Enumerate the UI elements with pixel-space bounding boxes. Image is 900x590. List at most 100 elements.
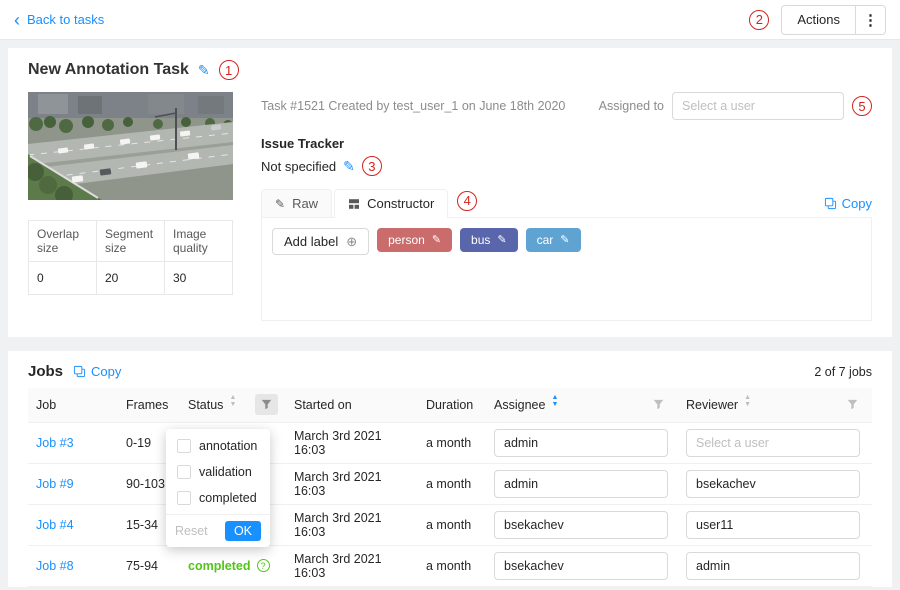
jobs-count: 2 of 7 jobs bbox=[814, 365, 872, 379]
task-parameters-table: Overlap size Segment size Image quality … bbox=[28, 220, 233, 295]
started-on-value: March 3rd 2021 16:03 bbox=[294, 429, 382, 457]
add-label-button[interactable]: Add label ⊕ bbox=[272, 228, 369, 255]
back-to-tasks-link[interactable]: ‹ Back to tasks bbox=[14, 11, 104, 29]
status-filter-dropdown: annotation validation completed Reset OK bbox=[166, 429, 270, 547]
task-preview-image bbox=[28, 92, 233, 200]
chevron-left-icon: ‹ bbox=[14, 11, 20, 29]
constructor-block-icon bbox=[348, 198, 360, 210]
jobs-table: Job Frames Status ▲▼ Started on Duration bbox=[28, 388, 872, 587]
filter-reset-button[interactable]: Reset bbox=[175, 524, 208, 538]
started-on-value: March 3rd 2021 16:03 bbox=[294, 511, 382, 539]
copy-icon bbox=[824, 197, 837, 210]
param-value-quality: 30 bbox=[165, 262, 233, 295]
filter-ok-button[interactable]: OK bbox=[225, 521, 261, 541]
param-value-overlap: 0 bbox=[29, 262, 97, 295]
callout-3: 3 bbox=[362, 156, 382, 176]
assignee-input[interactable] bbox=[494, 511, 668, 539]
frames-value: 75-94 bbox=[126, 559, 158, 573]
label-chip-car-name: car bbox=[537, 233, 554, 247]
sort-icon-reviewer[interactable]: ▲▼ bbox=[744, 398, 751, 411]
more-icon[interactable]: ⋮ bbox=[855, 6, 885, 34]
edit-task-name-icon[interactable]: ✎ bbox=[198, 63, 210, 77]
assigned-to-group: Assigned to 5 bbox=[599, 92, 872, 120]
tab-constructor[interactable]: Constructor bbox=[334, 189, 448, 218]
col-frames: Frames bbox=[126, 398, 168, 412]
sort-icon-assignee[interactable]: ▲▼ bbox=[551, 398, 558, 411]
param-header-quality: Image quality bbox=[165, 221, 233, 262]
job-link[interactable]: Job #4 bbox=[36, 518, 74, 532]
duration-value: a month bbox=[426, 436, 471, 450]
assignee-input[interactable] bbox=[494, 429, 668, 457]
tab-raw[interactable]: ✎ Raw bbox=[261, 189, 332, 217]
label-chip-car[interactable]: car ✎ bbox=[526, 228, 581, 252]
filter-option-validation[interactable]: validation bbox=[166, 459, 270, 485]
sort-icon-status[interactable]: ▲▼ bbox=[229, 398, 236, 411]
task-left-column: Overlap size Segment size Image quality … bbox=[28, 92, 233, 321]
job-link[interactable]: Job #8 bbox=[36, 559, 74, 573]
copy-jobs-link[interactable]: Copy bbox=[73, 364, 121, 379]
task-card: New Annotation Task ✎ 1 bbox=[8, 48, 892, 337]
task-right-column: Task #1521 Created by test_user_1 on Jun… bbox=[261, 92, 872, 321]
reviewer-input[interactable] bbox=[686, 470, 860, 498]
assignee-input[interactable] bbox=[494, 552, 668, 580]
checkbox-icon[interactable] bbox=[177, 439, 191, 453]
frames-value: 15-34 bbox=[126, 518, 158, 532]
question-circle-icon[interactable]: ? bbox=[257, 559, 270, 572]
task-title: New Annotation Task bbox=[28, 61, 189, 79]
add-label-text: Add label bbox=[284, 234, 338, 249]
pencil-icon[interactable]: ✎ bbox=[560, 235, 569, 246]
labels-tabs: ✎ Raw Constructor 4 bbox=[261, 189, 872, 217]
pencil-icon[interactable]: ✎ bbox=[497, 235, 506, 246]
plus-circle-icon: ⊕ bbox=[346, 235, 357, 248]
jobs-table-header-row: Job Frames Status ▲▼ Started on Duration bbox=[28, 388, 872, 422]
reviewer-input[interactable] bbox=[686, 429, 860, 457]
filter-icon-assignee[interactable] bbox=[647, 394, 670, 415]
pencil-icon: ✎ bbox=[275, 198, 285, 210]
checkbox-icon[interactable] bbox=[177, 465, 191, 479]
edit-issue-tracker-icon[interactable]: ✎ bbox=[343, 159, 355, 173]
job-link[interactable]: Job #9 bbox=[36, 477, 74, 491]
checkbox-icon[interactable] bbox=[177, 491, 191, 505]
filter-option-completed[interactable]: completed bbox=[166, 485, 270, 511]
jobs-card: Jobs Copy 2 of 7 jobs Job Frames Status bbox=[8, 351, 892, 587]
assignee-input[interactable] bbox=[494, 470, 668, 498]
filter-option-annotation[interactable]: annotation bbox=[166, 433, 270, 459]
reviewer-input[interactable] bbox=[686, 552, 860, 580]
started-on-value: March 3rd 2021 16:03 bbox=[294, 470, 382, 498]
task-meta-text: Task #1521 Created by test_user_1 on Jun… bbox=[261, 99, 565, 113]
pencil-icon[interactable]: ✎ bbox=[432, 235, 441, 246]
actions-button[interactable]: Actions ⋮ bbox=[781, 5, 886, 35]
assigned-to-input[interactable] bbox=[672, 92, 844, 120]
col-reviewer[interactable]: Reviewer bbox=[686, 398, 738, 412]
top-bar: ‹ Back to tasks 2 Actions ⋮ bbox=[0, 0, 900, 40]
copy-labels-link[interactable]: Copy bbox=[824, 196, 872, 211]
issue-tracker-block: Issue Tracker Not specified ✎ 3 bbox=[261, 136, 872, 176]
col-started-on: Started on bbox=[294, 398, 352, 412]
col-assignee[interactable]: Assignee bbox=[494, 398, 545, 412]
label-chip-person[interactable]: person ✎ bbox=[377, 228, 452, 252]
reviewer-input[interactable] bbox=[686, 511, 860, 539]
col-duration: Duration bbox=[426, 398, 473, 412]
actions-button-label[interactable]: Actions bbox=[782, 6, 855, 34]
frames-value: 0-19 bbox=[126, 436, 151, 450]
back-to-tasks-label: Back to tasks bbox=[27, 12, 104, 27]
copy-icon bbox=[73, 365, 86, 378]
duration-value: a month bbox=[426, 477, 471, 491]
started-on-value: March 3rd 2021 16:03 bbox=[294, 552, 382, 580]
copy-labels-label: Copy bbox=[842, 196, 872, 211]
label-chip-bus[interactable]: bus ✎ bbox=[460, 228, 518, 252]
filter-option-label: validation bbox=[199, 465, 252, 479]
filter-option-label: annotation bbox=[199, 439, 257, 453]
callout-1: 1 bbox=[219, 60, 239, 80]
issue-tracker-value: Not specified bbox=[261, 159, 336, 174]
copy-jobs-label: Copy bbox=[91, 364, 121, 379]
jobs-title: Jobs bbox=[28, 363, 63, 380]
duration-value: a month bbox=[426, 518, 471, 532]
param-header-segment: Segment size bbox=[97, 221, 165, 262]
job-link[interactable]: Job #3 bbox=[36, 436, 74, 450]
labels-editor: ✎ Raw Constructor 4 bbox=[261, 189, 872, 321]
filter-icon-reviewer[interactable] bbox=[841, 394, 864, 415]
filter-option-label: completed bbox=[199, 491, 257, 505]
col-status[interactable]: Status bbox=[188, 398, 223, 412]
filter-icon-status[interactable] bbox=[255, 394, 278, 415]
